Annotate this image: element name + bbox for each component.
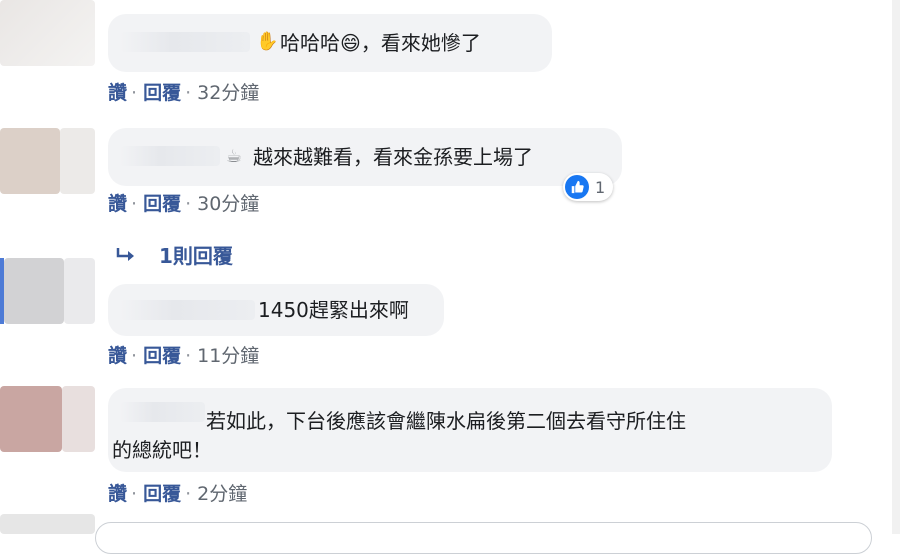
comment-input[interactable] [95,522,872,554]
comment-bubble: 若如此，下台後應該會繼陳水扁後第二個去看守所住住 的總統吧！ [108,388,832,472]
reaction-count: 1 [595,177,606,197]
comment-bubble: ☕ 越來越難看，看來金孫要上場了 [108,128,622,186]
separator: · [185,345,192,367]
comment-actions: 讚 · 回覆 · 2分鐘 [108,479,247,506]
comment-text-line-1: 若如此，下台後應該會繼陳水扁後第二個去看守所住住 [206,409,686,433]
avatar[interactable] [0,258,95,324]
comment-actions: 讚 · 回覆 · 30分鐘 [108,189,259,216]
waving-hand-icon: ✋ [256,31,279,52]
replies-count-label: 1則回覆 [159,244,233,268]
separator: · [185,193,192,215]
like-button[interactable]: 讚 [108,193,127,215]
reply-arrow-icon [115,244,137,268]
timestamp[interactable]: 32分鐘 [197,82,259,104]
blurred-author-name[interactable] [120,402,205,422]
comment-text-line-2: 的總統吧！ [112,438,212,462]
reply-button[interactable]: 回覆 [143,193,181,215]
timestamp[interactable]: 30分鐘 [197,193,259,215]
like-button[interactable]: 讚 [108,483,127,505]
comment-bubble: ✋ 哈哈哈😄，看來她慘了 [108,14,552,72]
avatar[interactable] [0,514,95,534]
comment-text: 哈哈哈😄，看來她慘了 [280,31,481,55]
scrollbar[interactable] [892,0,900,534]
avatar[interactable] [0,0,95,66]
avatar[interactable] [0,128,95,194]
separator: · [131,82,138,104]
blurred-author-name[interactable] [120,300,255,320]
view-replies-link[interactable]: 1則回覆 [115,240,233,269]
comment-actions: 讚 · 回覆 · 11分鐘 [108,341,259,368]
like-button[interactable]: 讚 [108,345,127,367]
separator: · [185,82,192,104]
reply-button[interactable]: 回覆 [143,82,181,104]
timestamp[interactable]: 2分鐘 [197,483,247,505]
comment-actions: 讚 · 回覆 · 32分鐘 [108,78,259,105]
separator: · [131,345,138,367]
separator: · [131,193,138,215]
reply-button[interactable]: 回覆 [143,345,181,367]
reply-button[interactable]: 回覆 [143,483,181,505]
thumbs-up-icon [565,175,589,199]
comment-text: 1450趕緊出來啊 [258,298,409,322]
avatar[interactable] [0,386,95,452]
coffee-cup-icon: ☕ [226,146,243,167]
timestamp[interactable]: 11分鐘 [197,345,259,367]
blurred-author-name[interactable] [120,32,250,52]
separator: · [185,483,192,505]
like-button[interactable]: 讚 [108,82,127,104]
comment-bubble: 1450趕緊出來啊 [108,284,444,336]
reaction-summary[interactable]: 1 [563,173,614,201]
comment-text: 越來越難看，看來金孫要上場了 [253,145,533,169]
separator: · [131,483,138,505]
blurred-author-name[interactable] [120,146,220,166]
